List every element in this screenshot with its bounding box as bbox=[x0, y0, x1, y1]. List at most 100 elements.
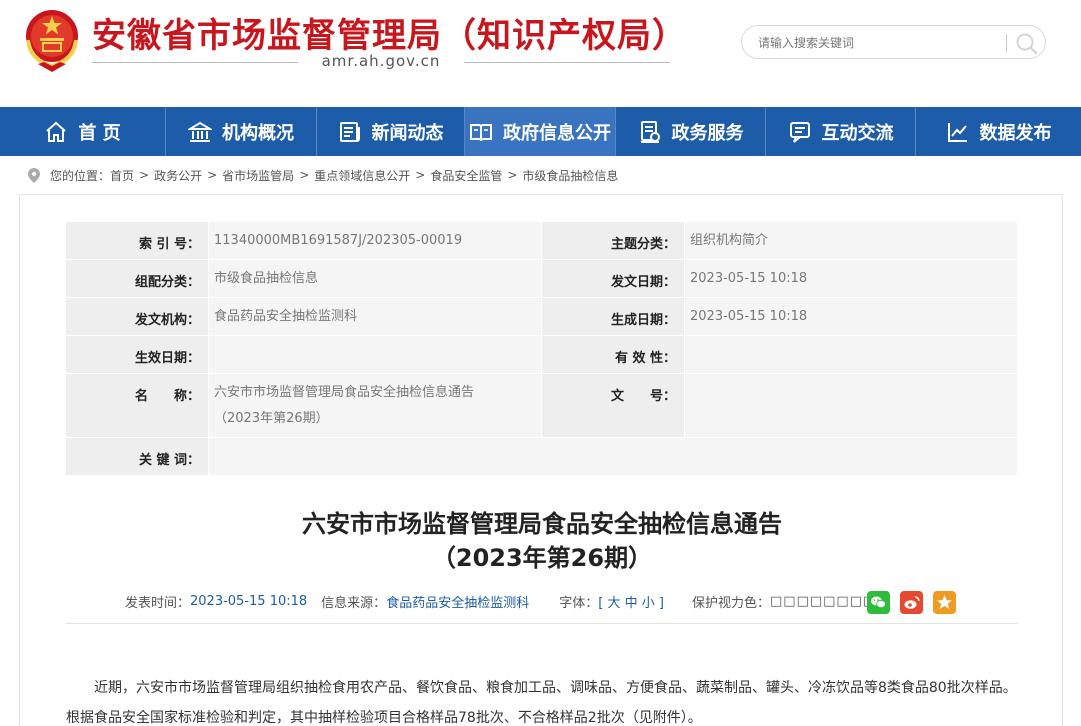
chart-icon bbox=[946, 120, 970, 144]
issuing-org-label: 发文机构： bbox=[66, 298, 209, 335]
topic-label: 主题分类： bbox=[542, 222, 685, 259]
issue-date-value: 2023-05-15 10:18 bbox=[685, 260, 1018, 297]
breadcrumb-city-inspection[interactable]: 市级食品抽检信息 bbox=[522, 167, 618, 184]
publish-time-label: 发表时间： bbox=[125, 595, 191, 611]
index-number-value: 11340000MB1691587J/202305-00019 bbox=[209, 222, 542, 259]
news-icon bbox=[338, 120, 362, 144]
breadcrumb-provincial-bureau[interactable]: 省市场监管局 bbox=[222, 167, 294, 184]
nav-label-news: 新闻动态 bbox=[371, 122, 444, 144]
star-icon bbox=[937, 595, 952, 609]
open-book-icon bbox=[469, 120, 493, 144]
generated-date-value: 2023-05-15 10:18 bbox=[685, 298, 1018, 335]
nav-label-gov-service: 政务服务 bbox=[671, 122, 744, 144]
topic-value: 组织机构简介 bbox=[685, 222, 1018, 259]
font-bracket-close: ] bbox=[658, 595, 664, 611]
location-pin-icon bbox=[28, 167, 40, 183]
font-size-label: 字体： bbox=[559, 595, 599, 611]
divider bbox=[66, 623, 1018, 624]
search-box bbox=[741, 25, 1046, 59]
building-icon bbox=[188, 120, 212, 144]
meta-row: 生效日期： 有 效 性： bbox=[66, 336, 1018, 374]
chat-icon bbox=[788, 120, 812, 144]
nav-label-home: 首 页 bbox=[78, 122, 121, 144]
keywords-label: 关 键 词： bbox=[66, 438, 209, 475]
wechat-icon bbox=[871, 596, 886, 609]
article-body: 近期，六安市市场监督管理局组织抽检食用农产品、餐饮食品、粮食加工品、调味品、方便… bbox=[66, 680, 1017, 726]
breadcrumb-separator: > bbox=[415, 168, 426, 182]
font-bracket-open: [ bbox=[598, 595, 604, 611]
domain-line-right bbox=[464, 62, 670, 63]
search-separator bbox=[1006, 34, 1007, 52]
generated-date-label: 生成日期： bbox=[542, 298, 685, 335]
meta-row: 关 键 词： bbox=[66, 438, 1018, 476]
nav-item-organization[interactable]: 机构概况 bbox=[166, 107, 317, 156]
validity-value bbox=[685, 336, 1018, 373]
site-title: 安徽省市场监督管理局（知识产权局） bbox=[92, 16, 687, 56]
nav-item-news[interactable]: 新闻动态 bbox=[317, 107, 465, 156]
weibo-icon bbox=[904, 596, 920, 609]
main-nav: 首 页 机构概况 新闻动态 政府信息公开 政务服务 互动交流 数据发布 bbox=[0, 107, 1081, 156]
breadcrumb-separator: > bbox=[207, 168, 218, 182]
nav-item-home[interactable]: 首 页 bbox=[0, 107, 166, 156]
home-icon bbox=[44, 120, 68, 144]
search-icon bbox=[1016, 33, 1038, 55]
breadcrumb-food-safety[interactable]: 食品安全监管 bbox=[430, 167, 502, 184]
validity-label: 有 效 性： bbox=[542, 336, 685, 373]
article-info-bar: 发表时间： 2023-05-15 10:18 信息来源： 食品药品安全抽检监测科… bbox=[125, 589, 890, 613]
effective-date-value bbox=[209, 336, 542, 373]
site-domain-text: amr.ah.gov.cn bbox=[321, 52, 441, 70]
index-number-label: 索 引 号： bbox=[66, 222, 209, 259]
search-button[interactable] bbox=[1014, 31, 1040, 55]
article-title-line1: 六安市市场监督管理局食品安全抽检信息通告 bbox=[302, 510, 782, 538]
site-domain: amr.ah.gov.cn bbox=[92, 52, 670, 72]
article-title: 六安市市场监督管理局食品安全抽检信息通告 （2023年第26期） bbox=[20, 507, 1064, 575]
font-size-medium[interactable]: 中 bbox=[625, 596, 638, 611]
nav-item-interaction[interactable]: 互动交流 bbox=[766, 107, 916, 156]
nav-item-data-release[interactable]: 数据发布 bbox=[916, 107, 1081, 156]
nav-item-gov-service[interactable]: 政务服务 bbox=[616, 107, 766, 156]
meta-row: 索 引 号： 11340000MB1691587J/202305-00019 主… bbox=[66, 222, 1018, 260]
breadcrumb-gov-open[interactable]: 政务公开 bbox=[154, 167, 202, 184]
meta-row: 组配分类： 市级食品抽检信息 发文日期： 2023-05-15 10:18 bbox=[66, 260, 1018, 298]
eye-care-label: 保护视力色： bbox=[691, 595, 770, 611]
breadcrumb: 您的位置： 首页 > 政务公开 > 省市场监管局 > 重点领域信息公开 > 食品… bbox=[28, 165, 618, 185]
nav-label-data-release: 数据发布 bbox=[979, 122, 1052, 144]
domain-line-left bbox=[92, 62, 298, 63]
search-input[interactable] bbox=[758, 33, 1008, 53]
meta-row: 发文机构： 食品药品安全抽检监测科 生成日期： 2023-05-15 10:18 bbox=[66, 298, 1018, 336]
share-wechat-button[interactable] bbox=[867, 591, 890, 614]
name-value-line1: 六安市市场监督管理局食品安全抽检信息通告 bbox=[214, 385, 475, 400]
font-size-control: [ 大 中 小 ] bbox=[598, 592, 664, 611]
nav-label-gov-info-open: 政府信息公开 bbox=[503, 122, 611, 144]
share-weibo-button[interactable] bbox=[900, 591, 923, 614]
breadcrumb-prefix: 您的位置： bbox=[50, 168, 111, 183]
font-size-large[interactable]: 大 bbox=[607, 596, 620, 611]
source-label: 信息来源： bbox=[321, 595, 387, 611]
service-doc-icon bbox=[638, 120, 662, 144]
issue-date-label: 发文日期： bbox=[542, 260, 685, 297]
group-value: 市级食品抽检信息 bbox=[209, 260, 542, 297]
meta-table: 索 引 号： 11340000MB1691587J/202305-00019 主… bbox=[66, 222, 1018, 476]
meta-row: 名 称： 六安市市场监督管理局食品安全抽检信息通告 （2023年第26期） 文 … bbox=[66, 374, 1018, 438]
document-number-value bbox=[685, 374, 1018, 437]
nav-label-interaction: 互动交流 bbox=[821, 122, 894, 144]
national-emblem-icon bbox=[26, 10, 78, 72]
source-value: 食品药品安全抽检监测科 bbox=[386, 595, 530, 611]
font-size-small[interactable]: 小 bbox=[642, 596, 655, 611]
name-label: 名 称： bbox=[66, 374, 209, 437]
effective-date-label: 生效日期： bbox=[66, 336, 209, 373]
breadcrumb-separator: > bbox=[507, 168, 518, 182]
breadcrumb-separator: > bbox=[299, 168, 310, 182]
content-panel: 索 引 号： 11340000MB1691587J/202305-00019 主… bbox=[19, 194, 1063, 726]
nav-item-gov-info-open[interactable]: 政府信息公开 bbox=[465, 107, 616, 156]
site-header: 安徽省市场监督管理局（知识产权局） amr.ah.gov.cn bbox=[0, 0, 1081, 107]
name-value-line2: （2023年第26期） bbox=[214, 411, 329, 426]
favorite-button[interactable] bbox=[933, 591, 956, 614]
breadcrumb-separator: > bbox=[139, 168, 150, 182]
group-label: 组配分类： bbox=[66, 260, 209, 297]
nav-label-organization: 机构概况 bbox=[222, 122, 294, 144]
publish-time-value: 2023-05-15 10:18 bbox=[190, 593, 308, 609]
breadcrumb-home[interactable]: 首页 bbox=[110, 167, 134, 184]
breadcrumb-key-areas[interactable]: 重点领域信息公开 bbox=[314, 167, 410, 184]
issuing-org-value: 食品药品安全抽检监测科 bbox=[209, 298, 542, 335]
